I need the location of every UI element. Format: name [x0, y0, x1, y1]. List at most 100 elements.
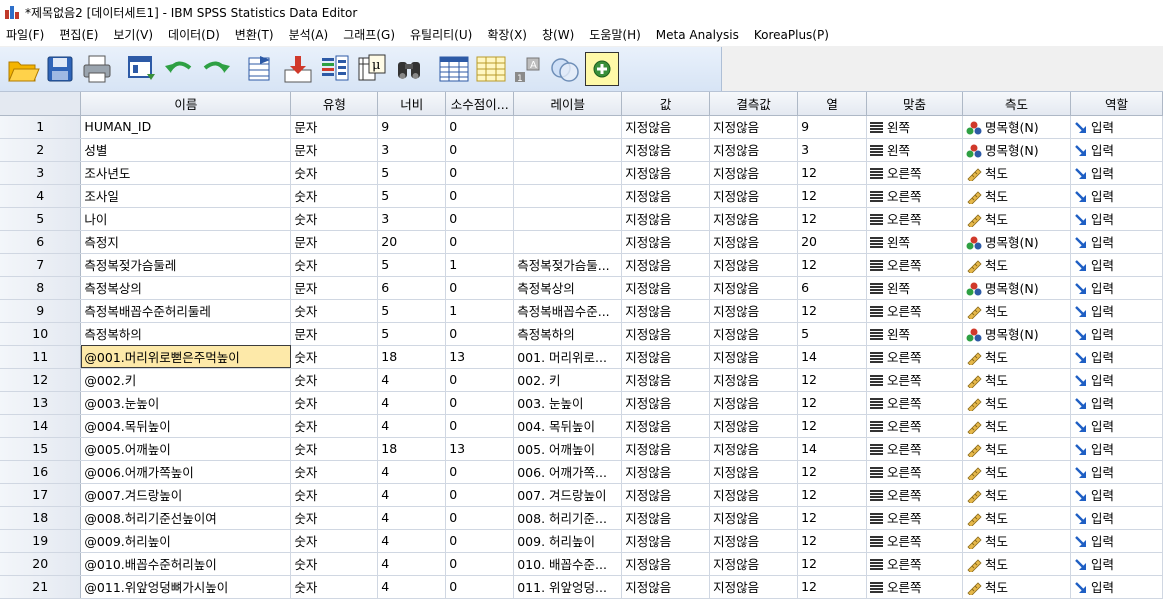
missing-cell[interactable]: 지정않음	[709, 253, 799, 277]
name-cell[interactable]: 측정지	[80, 230, 292, 254]
name-cell[interactable]: 측정복하의	[80, 322, 292, 346]
measure-cell[interactable]: 척도	[962, 161, 1071, 185]
width-cell[interactable]: 3	[377, 138, 447, 162]
columns-cell[interactable]: 6	[797, 276, 868, 300]
menu-item-6[interactable]: 그래프(G)	[337, 24, 404, 46]
print-icon[interactable]	[80, 52, 114, 86]
name-cell[interactable]: 측정복배꼽수준허리둘레	[80, 299, 292, 323]
measure-cell[interactable]: 척도	[962, 460, 1071, 484]
decimals-cell[interactable]: 0	[445, 575, 515, 599]
type-cell[interactable]: 문자	[290, 115, 379, 139]
measure-cell[interactable]: 척도	[962, 184, 1071, 208]
type-cell[interactable]: 문자	[290, 138, 379, 162]
menu-item-8[interactable]: 확장(X)	[481, 24, 536, 46]
column-header[interactable]: 레이블	[513, 92, 623, 116]
columns-cell[interactable]: 12	[797, 552, 868, 576]
measure-cell[interactable]: 척도	[962, 437, 1071, 461]
align-cell[interactable]: 오른쪽	[866, 529, 963, 553]
measure-cell[interactable]: 척도	[962, 368, 1071, 392]
row-number[interactable]: 14	[0, 414, 82, 438]
width-cell[interactable]: 5	[377, 253, 447, 277]
type-cell[interactable]: 숫자	[290, 253, 379, 277]
type-cell[interactable]: 숫자	[290, 299, 379, 323]
missing-cell[interactable]: 지정않음	[709, 368, 799, 392]
columns-cell[interactable]: 12	[797, 575, 868, 599]
column-header[interactable]: 결측값	[709, 92, 799, 116]
label-cell[interactable]: 005. 어깨높이	[513, 437, 623, 461]
align-cell[interactable]: 오른쪽	[866, 207, 963, 231]
width-cell[interactable]: 4	[377, 368, 447, 392]
width-cell[interactable]: 4	[377, 460, 447, 484]
missing-cell[interactable]: 지정않음	[709, 345, 799, 369]
values-cell[interactable]: 지정않음	[621, 575, 711, 599]
align-cell[interactable]: 오른쪽	[866, 299, 963, 323]
values-cell[interactable]: 지정않음	[621, 460, 711, 484]
align-cell[interactable]: 오른쪽	[866, 552, 963, 576]
align-cell[interactable]: 왼쪽	[866, 322, 963, 346]
align-cell[interactable]: 오른쪽	[866, 184, 963, 208]
column-header[interactable]: 너비	[377, 92, 447, 116]
role-cell[interactable]: 입력	[1070, 506, 1163, 530]
type-cell[interactable]: 숫자	[290, 368, 379, 392]
row-number[interactable]: 19	[0, 529, 82, 553]
name-cell[interactable]: 조사년도	[80, 161, 292, 185]
type-cell[interactable]: 문자	[290, 276, 379, 300]
role-cell[interactable]: 입력	[1070, 483, 1163, 507]
measure-cell[interactable]: 명목형(N)	[962, 322, 1071, 346]
columns-cell[interactable]: 12	[797, 391, 868, 415]
decimals-cell[interactable]: 0	[445, 322, 515, 346]
align-cell[interactable]: 오른쪽	[866, 414, 963, 438]
values-cell[interactable]: 지정않음	[621, 161, 711, 185]
type-cell[interactable]: 숫자	[290, 506, 379, 530]
missing-cell[interactable]: 지정않음	[709, 230, 799, 254]
values-cell[interactable]: 지정않음	[621, 230, 711, 254]
align-cell[interactable]: 왼쪽	[866, 115, 963, 139]
missing-cell[interactable]: 지정않음	[709, 391, 799, 415]
values-cell[interactable]: 지정않음	[621, 552, 711, 576]
missing-cell[interactable]: 지정않음	[709, 575, 799, 599]
values-cell[interactable]: 지정않음	[621, 506, 711, 530]
name-cell[interactable]: @001.머리위로뻗은주먹높이	[80, 345, 292, 369]
extension-icon[interactable]	[585, 51, 619, 86]
width-cell[interactable]: 4	[377, 483, 447, 507]
variables-icon[interactable]	[318, 52, 352, 86]
align-cell[interactable]: 오른쪽	[866, 437, 963, 461]
menu-item-2[interactable]: 보기(V)	[107, 24, 162, 46]
role-cell[interactable]: 입력	[1070, 161, 1163, 185]
decimals-cell[interactable]: 0	[445, 414, 515, 438]
columns-cell[interactable]: 14	[797, 437, 868, 461]
columns-cell[interactable]: 12	[797, 529, 868, 553]
label-cell[interactable]: 003. 눈높이	[513, 391, 623, 415]
columns-cell[interactable]: 20	[797, 230, 868, 254]
measure-cell[interactable]: 척도	[962, 414, 1071, 438]
measure-cell[interactable]: 명목형(N)	[962, 276, 1071, 300]
row-number[interactable]: 6	[0, 230, 82, 254]
goto-variable-icon[interactable]	[281, 52, 315, 86]
label-cell[interactable]: 010. 배꼽수준...	[513, 552, 623, 576]
decimals-cell[interactable]: 13	[445, 345, 515, 369]
type-cell[interactable]: 숫자	[290, 529, 379, 553]
name-cell[interactable]: @007.겨드랑높이	[80, 483, 292, 507]
decimals-cell[interactable]: 0	[445, 483, 515, 507]
type-cell[interactable]: 문자	[290, 322, 379, 346]
width-cell[interactable]: 5	[377, 299, 447, 323]
align-cell[interactable]: 왼쪽	[866, 138, 963, 162]
missing-cell[interactable]: 지정않음	[709, 138, 799, 162]
decimals-cell[interactable]: 13	[445, 437, 515, 461]
columns-cell[interactable]: 5	[797, 322, 868, 346]
values-cell[interactable]: 지정않음	[621, 184, 711, 208]
values-cell[interactable]: 지정않음	[621, 529, 711, 553]
measure-cell[interactable]: 명목형(N)	[962, 115, 1071, 139]
row-number[interactable]: 8	[0, 276, 82, 300]
corner-header[interactable]	[0, 92, 82, 116]
decimals-cell[interactable]: 1	[445, 299, 515, 323]
role-cell[interactable]: 입력	[1070, 437, 1163, 461]
missing-cell[interactable]: 지정않음	[709, 115, 799, 139]
decimals-cell[interactable]: 0	[445, 552, 515, 576]
type-cell[interactable]: 숫자	[290, 460, 379, 484]
type-cell[interactable]: 문자	[290, 230, 379, 254]
menu-item-7[interactable]: 유틸리티(U)	[404, 24, 481, 46]
role-cell[interactable]: 입력	[1070, 230, 1163, 254]
goto-case-icon[interactable]	[244, 52, 278, 86]
decimals-cell[interactable]: 0	[445, 460, 515, 484]
